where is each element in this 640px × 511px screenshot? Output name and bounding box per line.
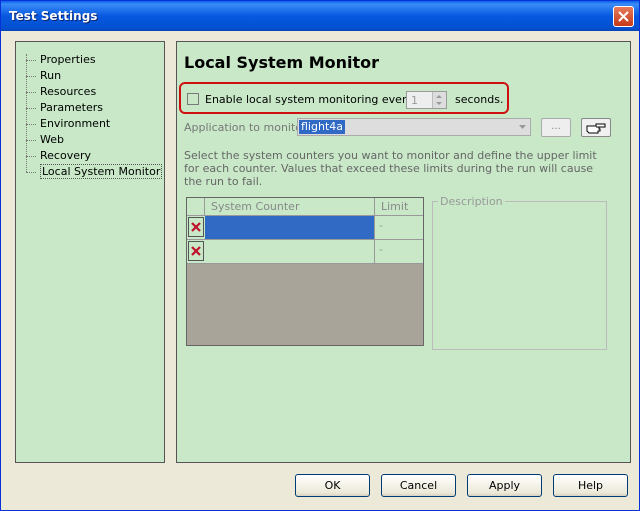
spinner-arrows[interactable] — [432, 92, 446, 108]
local-system-monitor-panel: Local System Monitor Enable local system… — [176, 41, 631, 463]
tree-item-environment[interactable]: Environment — [26, 116, 162, 132]
app-to-monitor-label: Application to monitor: — [184, 121, 311, 134]
column-header-limit[interactable]: Limit — [375, 198, 423, 215]
apply-button[interactable]: Apply — [467, 474, 542, 497]
system-counter-grid[interactable]: System Counter Limit - - — [186, 197, 424, 346]
tree-item-run[interactable]: Run — [26, 68, 162, 84]
table-row[interactable]: - — [187, 216, 423, 240]
tree-item-web[interactable]: Web — [26, 132, 162, 148]
delete-x-icon — [191, 222, 201, 232]
cancel-button[interactable]: Cancel — [381, 474, 456, 497]
tree-item-resources[interactable]: Resources — [26, 84, 162, 100]
app-to-monitor-select[interactable]: flight4a — [297, 118, 531, 136]
grid-header: System Counter Limit — [187, 198, 423, 216]
dialog-body: Properties Run Resources Parameters Envi… — [4, 31, 636, 509]
table-row[interactable]: - — [187, 240, 423, 264]
instructions-text: Select the system counters you want to m… — [184, 149, 597, 188]
spin-up-icon[interactable] — [436, 95, 442, 98]
pointing-hand-icon — [586, 123, 606, 133]
chevron-down-icon[interactable] — [515, 120, 529, 134]
limit-cell[interactable]: - — [375, 216, 423, 239]
test-settings-window: Test Settings Properties Run Resources P… — [0, 0, 640, 511]
seconds-label: seconds. — [455, 93, 504, 106]
spin-down-icon[interactable] — [436, 102, 442, 105]
close-icon — [618, 11, 629, 22]
system-counter-cell[interactable] — [205, 240, 375, 263]
interval-spinner[interactable]: 1 — [406, 91, 447, 109]
ok-button[interactable]: OK — [295, 474, 370, 497]
grid-header-corner — [187, 198, 205, 215]
close-button[interactable] — [613, 6, 634, 27]
tree-item-parameters[interactable]: Parameters — [26, 100, 162, 116]
pointing-hand-button[interactable] — [581, 118, 611, 137]
limit-cell[interactable]: - — [375, 240, 423, 263]
description-group-label: Description — [438, 195, 505, 208]
system-counter-cell[interactable] — [205, 216, 375, 239]
app-selected-value: flight4a — [299, 120, 345, 134]
delete-x-icon — [191, 246, 201, 256]
title-bar[interactable]: Test Settings — [1, 1, 639, 31]
enable-monitoring-label: Enable local system monitoring every: — [205, 93, 416, 106]
tree-item-local-system-monitor[interactable]: Local System Monitor — [26, 164, 163, 180]
tree-item-recovery[interactable]: Recovery — [26, 148, 162, 164]
page-title: Local System Monitor — [184, 53, 380, 72]
delete-row-button[interactable] — [188, 217, 204, 237]
window-title: Test Settings — [9, 9, 98, 23]
column-header-system-counter[interactable]: System Counter — [205, 198, 375, 215]
tree-item-properties[interactable]: Properties — [26, 52, 162, 68]
interval-value: 1 — [411, 94, 418, 107]
description-group: Description — [432, 195, 607, 350]
enable-monitoring-checkbox[interactable] — [187, 93, 199, 105]
help-button[interactable]: Help — [553, 474, 628, 497]
delete-row-button[interactable] — [188, 241, 204, 261]
browse-app-button[interactable]: ... — [541, 118, 571, 137]
settings-tree: Properties Run Resources Parameters Envi… — [15, 41, 165, 463]
